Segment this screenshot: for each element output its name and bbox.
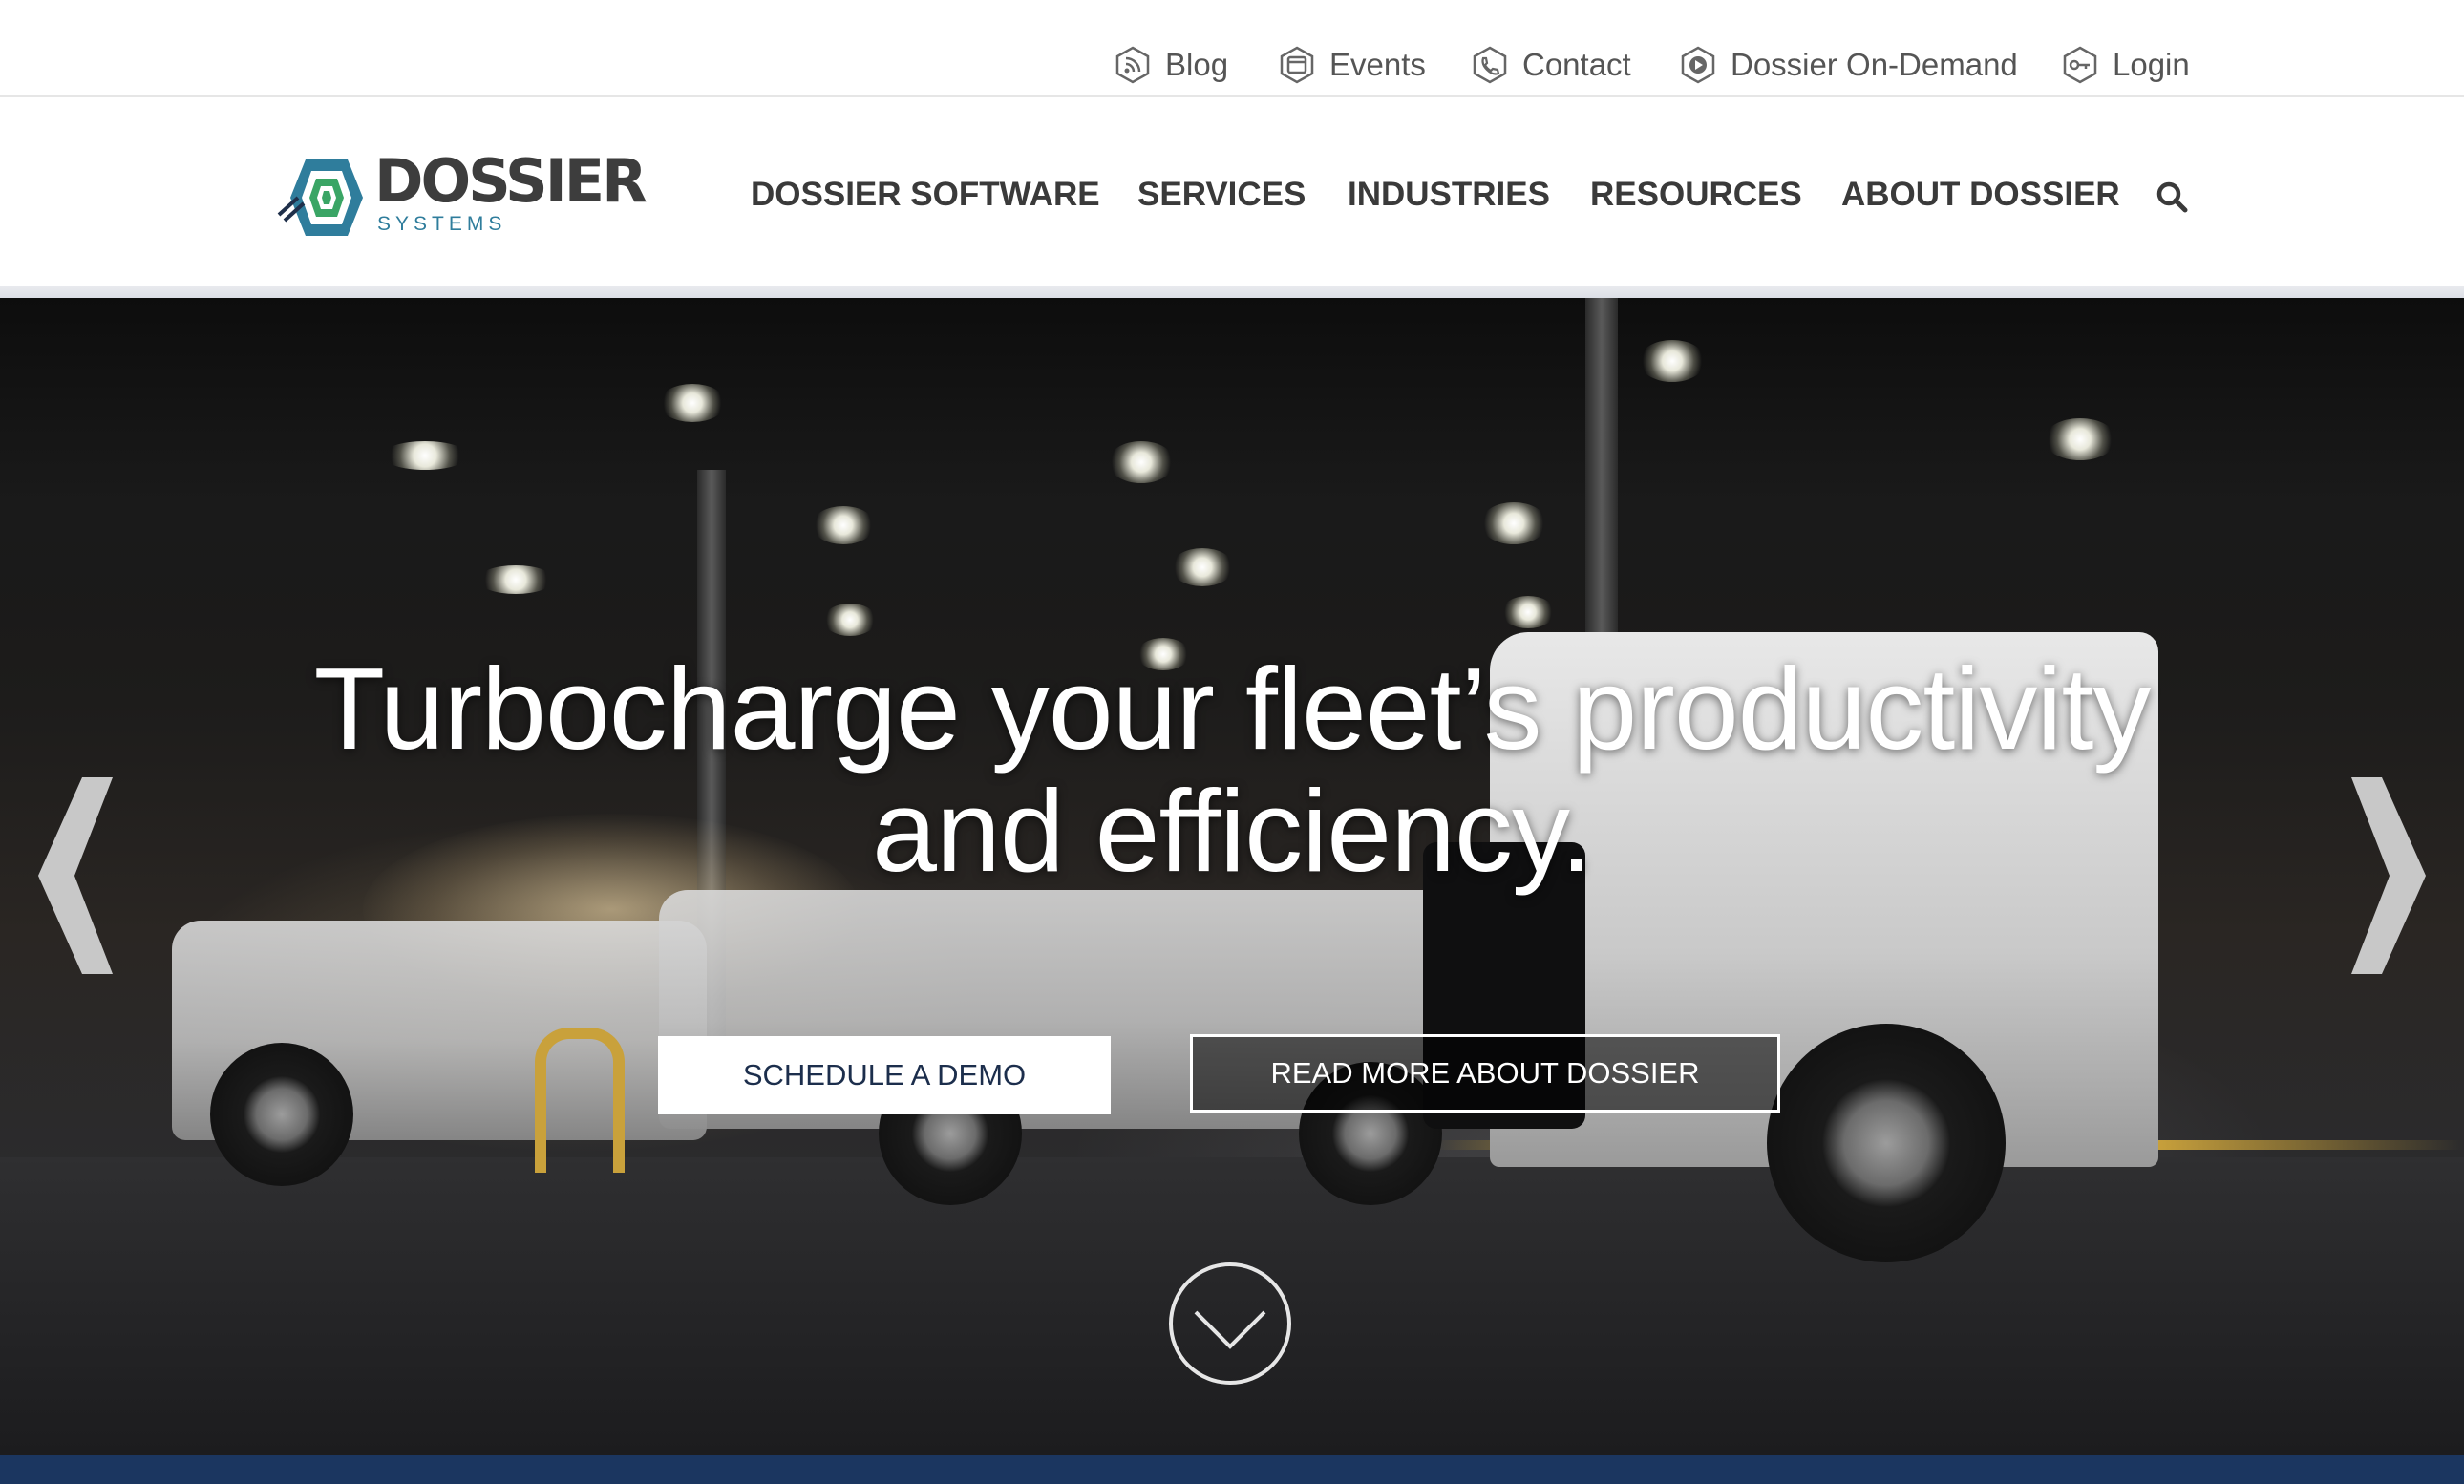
brand-logo[interactable]: DOSSIER SYSTEMS: [277, 146, 659, 241]
utility-link-blog[interactable]: Blog: [1114, 46, 1228, 84]
chevron-right-icon[interactable]: [2344, 775, 2430, 976]
hero-heading-line-2: and efficiency.: [872, 766, 1593, 896]
key-icon: [2061, 46, 2099, 84]
hero-heading-line-1: Turbocharge your fleet’s productivity: [313, 644, 2152, 774]
nav-item-services[interactable]: SERVICES: [1137, 178, 1306, 212]
utility-link-label: Dossier On-Demand: [1731, 47, 2018, 82]
read-more-button[interactable]: READ MORE ABOUT DOSSIER: [1190, 1034, 1780, 1113]
nav-item-about-dossier[interactable]: ABOUT DOSSIER: [1841, 178, 2120, 212]
chevron-down-circle-icon[interactable]: [1167, 1261, 1293, 1387]
brand-tagline: SYSTEMS: [377, 213, 507, 235]
utility-link-login[interactable]: Login: [2061, 46, 2190, 84]
utility-link-events[interactable]: Events: [1278, 46, 1426, 84]
rss-icon: [1114, 46, 1152, 84]
utility-link-label: Events: [1329, 47, 1426, 82]
hero-carousel: Turbocharge your fleet’s productivity an…: [0, 298, 2464, 1455]
nav-divider: [0, 286, 2464, 298]
nav-item-industries[interactable]: INDUSTRIES: [1348, 178, 1550, 212]
utility-bar: Blog Events Contact Dossier On-Demand Lo…: [0, 0, 2464, 97]
calendar-icon: [1278, 46, 1316, 84]
utility-link-contact[interactable]: Contact: [1471, 46, 1631, 84]
brand-name: DOSSIER: [374, 146, 648, 216]
chevron-left-icon[interactable]: [34, 775, 120, 976]
utility-link-label: Contact: [1522, 47, 1631, 82]
phone-icon: [1471, 46, 1509, 84]
utility-link-label: Login: [2113, 47, 2190, 82]
nav-item-dossier-software[interactable]: DOSSIER SOFTWARE: [751, 178, 1100, 212]
hero-background: [0, 298, 2464, 642]
hero-heading: Turbocharge your fleet’s productivity an…: [220, 647, 2244, 892]
search-icon[interactable]: [2155, 180, 2189, 214]
utility-link-on-demand[interactable]: Dossier On-Demand: [1679, 46, 2018, 84]
schedule-demo-button[interactable]: SCHEDULE A DEMO: [658, 1036, 1111, 1114]
utility-link-label: Blog: [1165, 47, 1229, 82]
play-icon: [1679, 46, 1717, 84]
main-nav: DOSSIER SYSTEMS DOSSIER SOFTWARE SERVICE…: [0, 97, 2464, 286]
section-band: [0, 1455, 2464, 1484]
hexagon-logo-icon: [277, 159, 363, 236]
nav-item-resources[interactable]: RESOURCES: [1590, 178, 1802, 212]
